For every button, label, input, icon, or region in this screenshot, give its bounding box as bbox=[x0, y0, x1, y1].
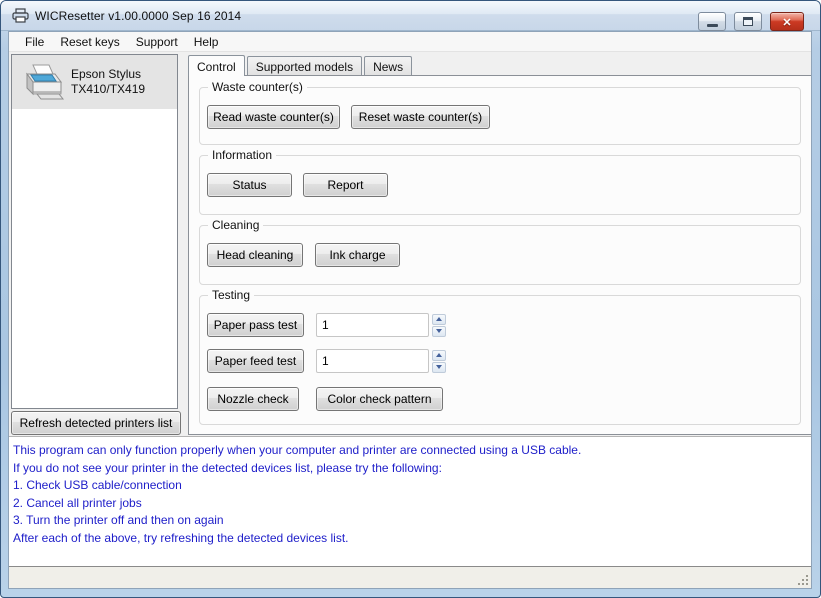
paper-feed-test-button[interactable]: Paper feed test bbox=[207, 349, 304, 373]
menu-support[interactable]: Support bbox=[128, 33, 186, 51]
menubar: File Reset keys Support Help bbox=[9, 32, 811, 52]
info-line-2: If you do not see your printer in the de… bbox=[13, 460, 442, 475]
paper-feed-spin-down[interactable] bbox=[432, 361, 446, 373]
info-line-4: 2. Cancel all printer jobs bbox=[13, 495, 142, 510]
info-line-5: 3. Turn the printer off and then on agai… bbox=[13, 513, 224, 527]
info-line-3: 1. Check USB cable/connection bbox=[13, 478, 182, 492]
paper-pass-spinner bbox=[432, 313, 446, 337]
close-icon bbox=[782, 13, 791, 31]
paper-feed-spinner bbox=[432, 349, 446, 373]
tab-control: Control Supported models News Waste coun… bbox=[188, 54, 811, 435]
menu-file[interactable]: File bbox=[17, 33, 52, 51]
restore-icon bbox=[743, 17, 753, 26]
head-cleaning-button[interactable]: Head cleaning bbox=[207, 243, 303, 267]
usb-instructions-panel: This program can only function properly … bbox=[9, 436, 811, 566]
tab-control-page[interactable]: Control bbox=[188, 55, 245, 76]
paper-pass-spin-down[interactable] bbox=[432, 325, 446, 337]
tab-strip: Control Supported models News bbox=[188, 54, 811, 76]
tab-news[interactable]: News bbox=[364, 56, 413, 75]
read-waste-counters-button[interactable]: Read waste counter(s) bbox=[207, 105, 340, 129]
app-window: WICResetter v1.00.0000 Sep 16 2014 File … bbox=[0, 0, 821, 598]
window-controls bbox=[698, 12, 804, 31]
resize-grip-icon[interactable] bbox=[795, 572, 809, 586]
printer-name-line2: TX410/TX419 bbox=[71, 82, 146, 96]
paper-pass-count-spinedit bbox=[316, 313, 446, 337]
group-testing: Testing Paper pass test 1 Paper feed tes… bbox=[199, 288, 801, 425]
group-waste-title: Waste counter(s) bbox=[208, 80, 307, 94]
group-cleaning-title: Cleaning bbox=[208, 218, 264, 232]
group-cleaning: Cleaning Head cleaning Ink charge bbox=[199, 218, 801, 285]
printer-icon bbox=[12, 8, 29, 23]
paper-pass-count-input[interactable] bbox=[316, 313, 429, 337]
group-information-title: Information bbox=[208, 148, 277, 162]
paper-feed-spin-up[interactable] bbox=[432, 349, 446, 361]
window-title: WICResetter v1.00.0000 Sep 16 2014 bbox=[35, 8, 242, 23]
menu-help[interactable]: Help bbox=[186, 33, 227, 51]
control-tab-page: Waste counter(s) Read waste counter(s) R… bbox=[188, 75, 811, 435]
spin-up-icon bbox=[436, 317, 442, 321]
info-line-1: This program can only function properly … bbox=[13, 443, 582, 457]
spin-down-icon bbox=[436, 365, 442, 369]
detected-printers-list[interactable]: Epson Stylus TX410/TX419 bbox=[11, 54, 178, 409]
close-button[interactable] bbox=[770, 12, 804, 31]
spin-up-icon bbox=[436, 353, 442, 357]
paper-feed-count-input[interactable] bbox=[316, 349, 429, 373]
minimize-button[interactable] bbox=[698, 12, 726, 31]
restore-button[interactable] bbox=[734, 12, 762, 31]
refresh-printers-button[interactable]: Refresh detected printers list bbox=[11, 411, 181, 435]
info-line-6: After each of the above, try refreshing … bbox=[13, 530, 349, 545]
spin-down-icon bbox=[436, 329, 442, 333]
report-button[interactable]: Report bbox=[303, 173, 388, 197]
color-check-pattern-button[interactable]: Color check pattern bbox=[316, 387, 443, 411]
nozzle-check-button[interactable]: Nozzle check bbox=[207, 387, 299, 411]
printer-list-item[interactable]: Epson Stylus TX410/TX419 bbox=[12, 55, 177, 109]
group-information: Information Status Report bbox=[199, 148, 801, 215]
titlebar: WICResetter v1.00.0000 Sep 16 2014 bbox=[1, 1, 820, 31]
paper-feed-count-spinedit bbox=[316, 349, 446, 373]
printer-device-icon bbox=[19, 62, 65, 102]
reset-waste-counters-button[interactable]: Reset waste counter(s) bbox=[351, 105, 490, 129]
main-content: Epson Stylus TX410/TX419 Refresh detecte… bbox=[9, 52, 811, 436]
printer-name-line1: Epson Stylus bbox=[71, 67, 142, 81]
paper-pass-spin-up[interactable] bbox=[432, 313, 446, 325]
minimize-icon bbox=[706, 24, 718, 27]
client-area: File Reset keys Support Help Epson Stylu… bbox=[8, 31, 812, 589]
printer-name: Epson Stylus TX410/TX419 bbox=[71, 67, 145, 97]
group-testing-title: Testing bbox=[208, 288, 255, 302]
ink-charge-button[interactable]: Ink charge bbox=[315, 243, 400, 267]
tab-supported-models[interactable]: Supported models bbox=[246, 56, 363, 75]
statusbar bbox=[9, 566, 811, 588]
group-waste-counters: Waste counter(s) Read waste counter(s) R… bbox=[199, 80, 801, 145]
status-button[interactable]: Status bbox=[207, 173, 292, 197]
paper-pass-test-button[interactable]: Paper pass test bbox=[207, 313, 304, 337]
menu-reset-keys[interactable]: Reset keys bbox=[52, 33, 127, 51]
